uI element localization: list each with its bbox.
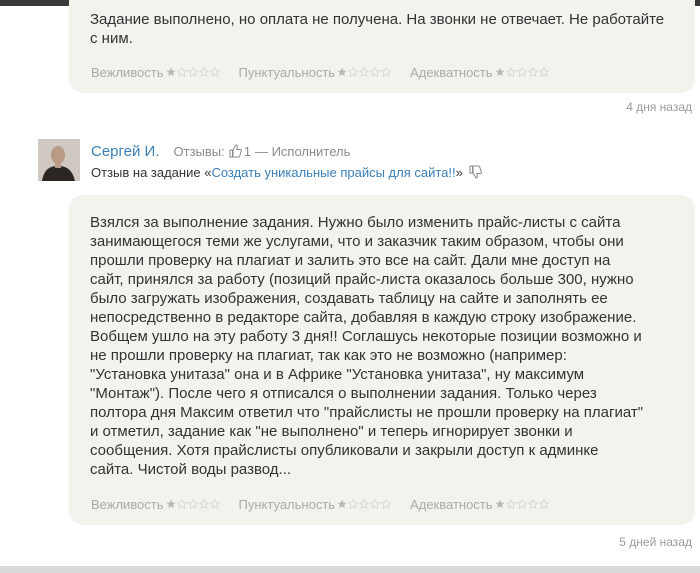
star-empty-icon — [187, 499, 198, 509]
rating-politeness: Вежливость — [91, 497, 221, 512]
task-line: Отзыв на задание « Создать уникальные пр… — [91, 163, 482, 181]
star-empty-icon — [527, 67, 538, 77]
star-empty-icon — [359, 499, 370, 509]
star-empty-icon — [370, 499, 381, 509]
rating-label: Адекватность — [410, 496, 493, 512]
rating-label: Вежливость — [91, 496, 164, 512]
task-prefix: Отзыв на задание « — [91, 164, 212, 180]
review-bubble: Задание выполнено, но оплата не получена… — [69, 0, 695, 93]
star-empty-icon — [538, 499, 549, 509]
star-empty-icon — [187, 67, 198, 77]
ratings-row: Вежливость Пунктуальность Адекватность — [91, 495, 568, 513]
star-filled-icon — [166, 67, 176, 77]
star-empty-icon — [348, 499, 359, 509]
rating-punctuality: Пунктуальность — [239, 497, 393, 512]
rating-label: Адекватность — [410, 64, 493, 80]
rating-label: Пунктуальность — [238, 496, 336, 512]
rating-adequacy: Адекватность — [410, 497, 549, 512]
author-line: Сергей И. Отзывы: 1 — Исполнитель — [91, 141, 350, 161]
star-empty-icon — [505, 499, 516, 509]
star-rating — [495, 499, 550, 509]
star-filled-icon — [495, 499, 505, 509]
review-bubble: Взялся за выполнение задания. Нужно было… — [69, 195, 695, 525]
star-empty-icon — [198, 67, 209, 77]
rating-adequacy: Адекватность — [410, 65, 549, 80]
star-empty-icon — [176, 499, 187, 509]
avatar-image — [38, 139, 80, 181]
ratings-row: Вежливость Пунктуальность Адекватность — [91, 63, 568, 81]
bottom-bar — [0, 566, 700, 573]
review-date: 5 дней назад — [619, 535, 692, 549]
avatar[interactable] — [38, 139, 80, 181]
author-name-link[interactable]: Сергей И. — [91, 143, 160, 160]
reviews-label: Отзывы: — [173, 143, 225, 159]
review-text: Взялся за выполнение задания. Нужно было… — [90, 214, 644, 478]
task-suffix: » — [455, 164, 463, 180]
author-role: — Исполнитель — [254, 143, 351, 159]
review-text: Задание выполнено, но оплата не получена… — [90, 11, 665, 47]
rating-label: Пунктуальность — [238, 64, 336, 80]
star-filled-icon — [337, 499, 347, 509]
reviews-count: 1 — [243, 143, 251, 159]
thumb-up-icon — [229, 144, 242, 158]
thumb-down-icon — [469, 165, 482, 179]
star-empty-icon — [209, 67, 220, 77]
star-empty-icon — [527, 499, 538, 509]
star-filled-icon — [166, 499, 176, 509]
star-empty-icon — [516, 499, 527, 509]
star-empty-icon — [381, 67, 392, 77]
star-empty-icon — [516, 67, 527, 77]
star-empty-icon — [370, 67, 381, 77]
star-empty-icon — [209, 499, 220, 509]
rating-label: Вежливость — [91, 64, 164, 80]
rating-punctuality: Пунктуальность — [239, 65, 393, 80]
star-rating — [337, 67, 392, 77]
star-filled-icon — [495, 67, 505, 77]
star-empty-icon — [505, 67, 516, 77]
star-rating — [166, 499, 221, 509]
star-rating — [166, 67, 221, 77]
review-date: 4 дня назад — [626, 100, 692, 114]
star-rating — [337, 499, 392, 509]
star-filled-icon — [337, 67, 347, 77]
rating-politeness: Вежливость — [91, 65, 221, 80]
task-link[interactable]: Создать уникальные прайсы для сайта!! — [211, 165, 455, 180]
star-rating — [495, 67, 550, 77]
star-empty-icon — [198, 499, 209, 509]
star-empty-icon — [538, 67, 549, 77]
star-empty-icon — [348, 67, 359, 77]
star-empty-icon — [359, 67, 370, 77]
star-empty-icon — [381, 499, 392, 509]
star-empty-icon — [176, 67, 187, 77]
